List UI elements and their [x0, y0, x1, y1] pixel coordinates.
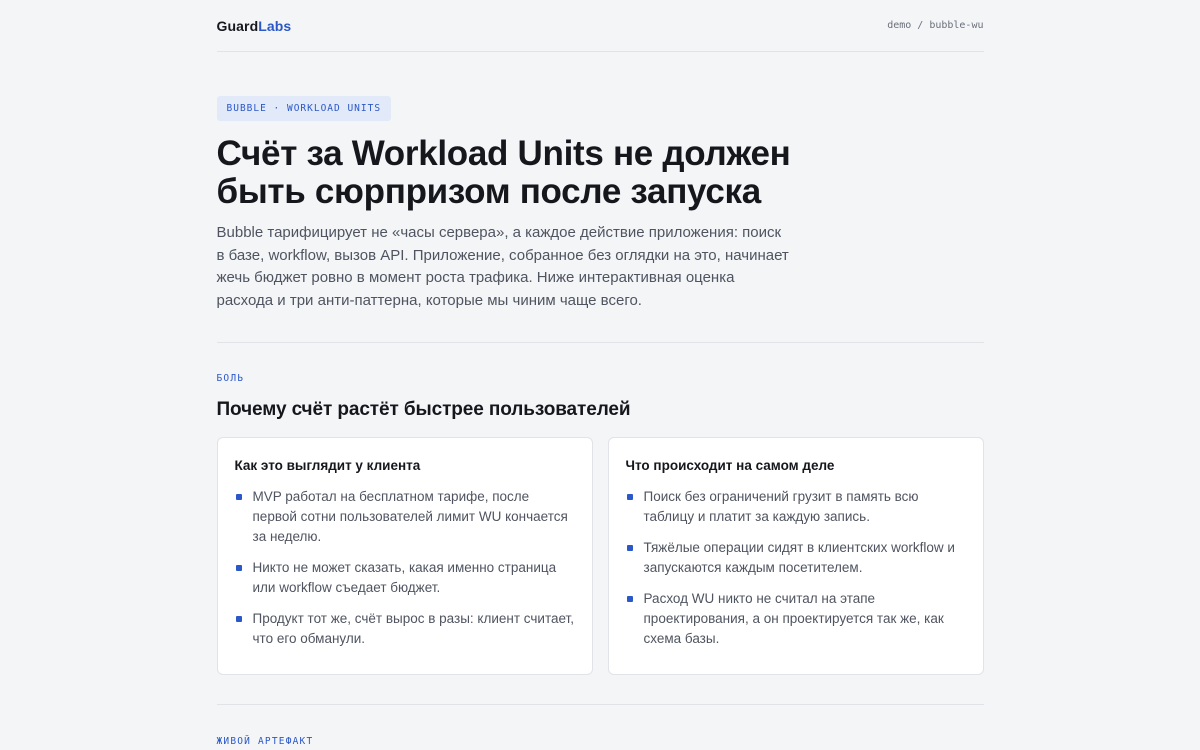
page: GuardLabs demo / bubble-wu BUBBLE · WORKLO…	[216, 0, 984, 750]
list-item: Никто не может сказать, какая именно стр…	[235, 558, 575, 598]
bullet-icon	[626, 494, 633, 500]
breadcrumb-demo[interactable]: demo	[887, 20, 911, 31]
logo-guard: Guard	[216, 17, 259, 34]
artifact-section: ЖИВОЙ АРТЕФАКТ	[217, 736, 984, 747]
section-label-pain: БОЛЬ	[216, 373, 245, 384]
list-item: Продукт тот же, счёт вырос в разы: клиен…	[235, 609, 575, 649]
card-client-view: Как это выглядит у клиента MVP работал н…	[216, 437, 593, 675]
cards-row: Как это выглядит у клиента MVP работал н…	[216, 437, 984, 675]
bullet-icon	[235, 616, 242, 622]
hero: BUBBLE · WORKLOAD UNITS Счёт за Workload…	[216, 52, 984, 312]
topic-tag: BUBBLE · WORKLOAD UNITS	[216, 96, 392, 121]
section-title-pain: Почему счёт растёт быстрее пользователей	[216, 399, 631, 420]
top-bar: GuardLabs demo / bubble-wu	[216, 0, 984, 52]
bullet-icon	[235, 565, 242, 571]
list-item-text: Тяжёлые операции сидят в клиентских work…	[643, 540, 955, 575]
list-item: Поиск без ограничений грузит в память вс…	[626, 487, 966, 527]
pain-section: БОЛЬ Почему счёт растёт быстрее пользова…	[216, 373, 984, 675]
breadcrumb-separator: /	[917, 20, 924, 31]
bullet-icon	[235, 494, 242, 500]
card-title: Что происходит на самом деле	[625, 458, 835, 473]
lead-paragraph: Bubble тарифицирует не «часы сервера», а…	[216, 224, 789, 309]
section-label-artifact: ЖИВОЙ АРТЕФАКТ	[216, 736, 314, 747]
breadcrumb-current: bubble-wu	[929, 20, 984, 31]
bullet-icon	[626, 545, 633, 551]
list-item: Тяжёлые операции сидят в клиентских work…	[626, 538, 966, 578]
card-actual-cause: Что происходит на самом деле Поиск без о…	[607, 437, 984, 675]
bullet-icon	[626, 596, 633, 602]
list-item-text: Поиск без ограничений грузит в память вс…	[643, 489, 919, 524]
list-item-text: Расход WU никто не считал на этапе проек…	[643, 591, 944, 646]
list-item-text: Продукт тот же, счёт вырос в разы: клиен…	[252, 611, 575, 646]
card-title: Как это выглядит у клиента	[234, 458, 421, 473]
logo-labs: Labs	[258, 17, 292, 34]
list-item: MVP работал на бесплатном тарифе, после …	[235, 487, 575, 547]
divider	[216, 342, 984, 343]
list-item: Расход WU никто не считал на этапе проек…	[626, 589, 966, 649]
page-title: Счёт за Workload Units не должен быть сю…	[216, 134, 791, 211]
card-list: MVP работал на бесплатном тарифе, после …	[235, 487, 575, 649]
divider	[216, 704, 984, 705]
logo[interactable]: GuardLabs	[217, 18, 292, 34]
list-item-text: MVP работал на бесплатном тарифе, после …	[252, 489, 568, 544]
breadcrumb: demo / bubble-wu	[887, 20, 983, 31]
card-list: Поиск без ограничений грузит в память вс…	[626, 487, 966, 649]
list-item-text: Никто не может сказать, какая именно стр…	[252, 560, 557, 595]
